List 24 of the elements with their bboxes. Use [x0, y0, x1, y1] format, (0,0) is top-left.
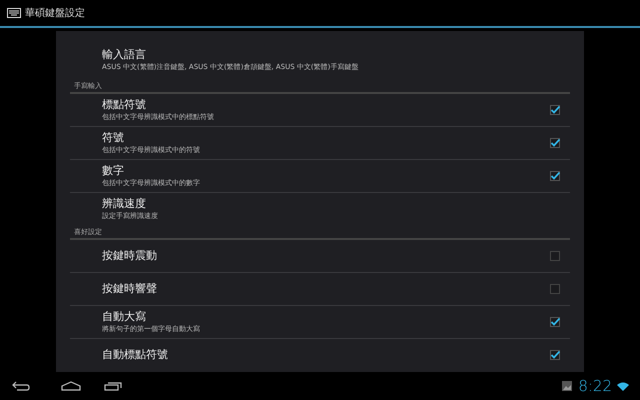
recent-apps-icon[interactable] [104, 381, 122, 391]
checkbox[interactable] [550, 138, 560, 148]
checkbox[interactable] [550, 317, 560, 327]
item-title: 按鍵時震動 [102, 249, 158, 263]
item-title: 標點符號 [102, 98, 147, 112]
checkbox[interactable] [550, 284, 560, 294]
checkbox[interactable] [550, 105, 560, 115]
item-title: 自動大寫 [102, 310, 147, 324]
back-icon[interactable] [12, 381, 30, 391]
item-title: 自動標點符號 [102, 348, 169, 362]
image-icon [562, 381, 572, 391]
item-title: 數字 [102, 164, 125, 178]
checkbox[interactable] [550, 171, 560, 181]
clock: 8:22 [578, 377, 612, 395]
item-title: 輸入語言 [102, 48, 147, 62]
item-title: 按鍵時響聲 [102, 282, 158, 296]
item-title: 符號 [102, 130, 125, 144]
wifi-icon [616, 381, 630, 391]
home-icon[interactable] [61, 381, 81, 391]
keyboard-icon [7, 8, 21, 18]
checkbox[interactable] [550, 350, 560, 360]
item-title: 辨識速度 [102, 196, 147, 210]
checkbox[interactable] [550, 251, 560, 261]
window-title: 華碩鍵盤設定 [25, 6, 85, 20]
